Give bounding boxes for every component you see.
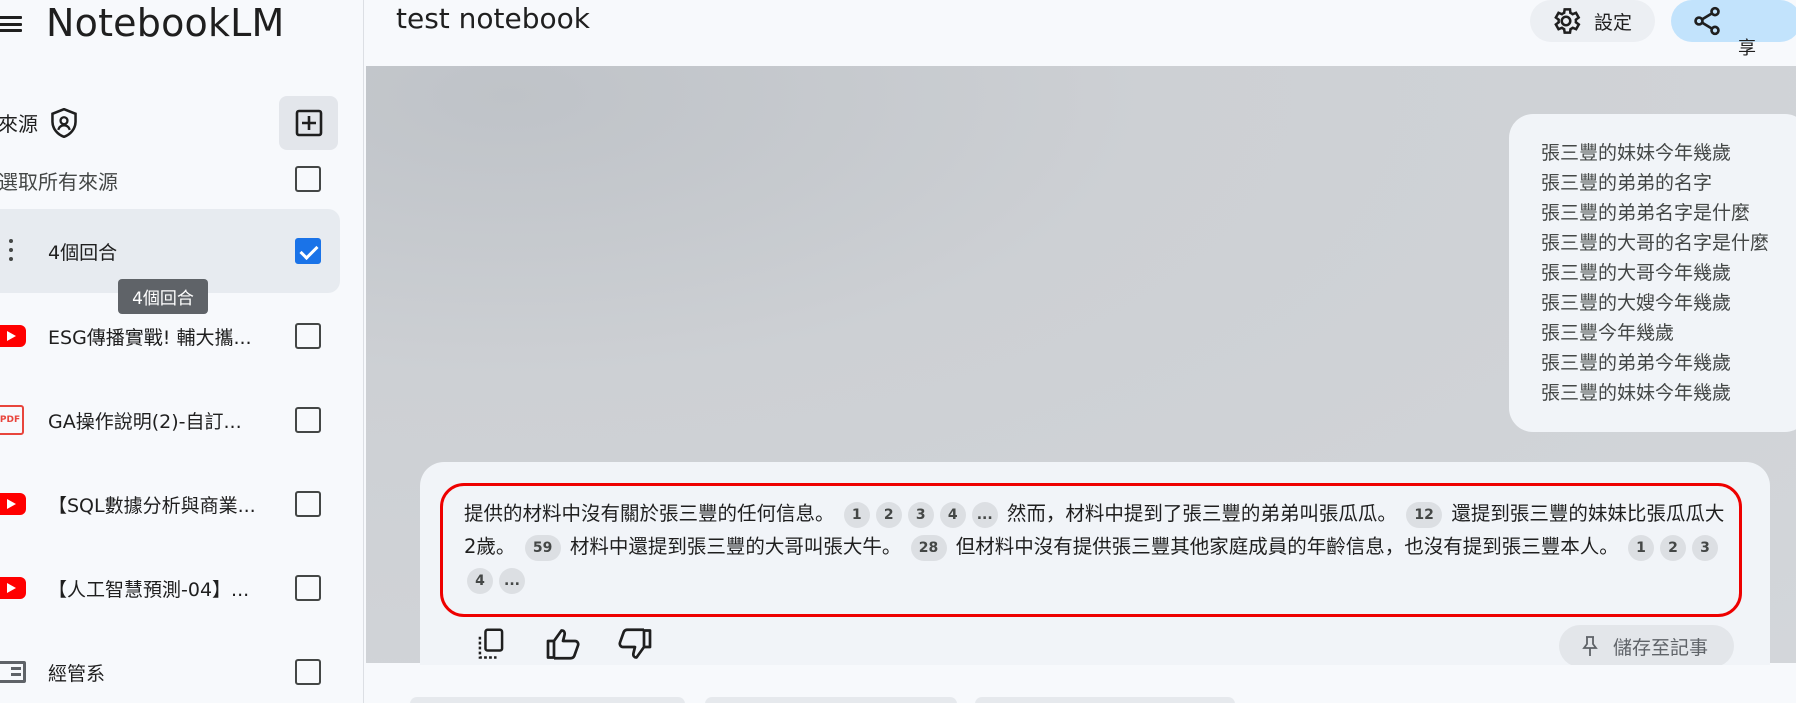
source-label: 【人工智慧預測-04】...	[48, 579, 250, 601]
source-checkbox[interactable]	[295, 407, 321, 433]
answer-segment: 提供的材料中沒有關於張三豐的任何信息。	[464, 502, 835, 525]
citation-chip[interactable]: 1	[843, 502, 870, 528]
settings-label: 設定	[1594, 11, 1633, 34]
source-label: 經管系	[48, 663, 106, 685]
add-source-button[interactable]	[279, 96, 338, 150]
citation-more-chip[interactable]: ...	[499, 568, 525, 594]
thumbs-down-icon[interactable]	[617, 627, 653, 665]
source-item-pdf[interactable]: PDF GA操作說明(2)-自訂...	[0, 378, 340, 462]
answer-segment: 材料中還提到張三豐的大哥叫張大牛。	[569, 535, 902, 558]
citation-chip[interactable]: 1	[1627, 535, 1654, 561]
source-checkbox[interactable]	[295, 575, 321, 601]
hamburger-menu-icon[interactable]	[0, 12, 24, 36]
share-button[interactable]	[1671, 0, 1796, 42]
share-icon	[1694, 6, 1720, 36]
select-all-label: 選取所有來源	[0, 170, 118, 194]
pdf-icon: PDF	[0, 405, 24, 435]
user-message-bubble: 張三豐的妹妹今年幾歲 張三豐的弟弟的名字 張三豐的弟弟名字是什麼 張三豐的大哥的…	[1509, 114, 1796, 432]
save-to-note-label: 儲存至記事	[1613, 636, 1709, 659]
citation-chip[interactable]: 4	[939, 502, 966, 528]
share-label: 享	[1738, 38, 1756, 59]
save-to-note-button[interactable]: 儲存至記事	[1559, 625, 1734, 667]
sources-label: 來源	[0, 112, 38, 136]
source-label: 【SQL數據分析與商業...	[48, 495, 256, 517]
source-item-youtube[interactable]: ESG傳播實戰! 輔大攜...	[0, 294, 340, 378]
citation-chip[interactable]: 2	[1659, 535, 1686, 561]
citation-more-chip[interactable]: ...	[971, 502, 998, 528]
youtube-icon	[0, 325, 26, 347]
thumbs-up-icon[interactable]	[545, 627, 581, 665]
add-box-icon	[295, 109, 322, 137]
sidebar: NotebookLM 來源 選取所有來源 4個回合 4個回合 ESG傳播實戰! …	[0, 0, 364, 703]
user-query-line: 張三豐的弟弟的名字	[1541, 172, 1713, 194]
citation-chip[interactable]: 12	[1406, 502, 1443, 528]
source-item-youtube[interactable]: 【人工智慧預測-04】...	[0, 546, 340, 630]
citation-chip[interactable]: 2	[875, 502, 902, 528]
citation-chip[interactable]: 28	[910, 535, 947, 561]
pin-icon	[1582, 636, 1598, 656]
suggestion-chip[interactable]	[705, 697, 957, 703]
app-title: NotebookLM	[46, 1, 285, 45]
citation-chip[interactable]: 59	[524, 535, 561, 561]
user-query-line: 張三豐的妹妹今年幾歲	[1541, 142, 1732, 164]
youtube-icon	[0, 493, 26, 515]
source-checkbox[interactable]	[295, 659, 321, 685]
more-vert-icon[interactable]	[9, 239, 13, 261]
document-icon	[0, 661, 26, 683]
citation-chip[interactable]: 3	[1691, 535, 1718, 561]
source-checkbox[interactable]	[295, 323, 321, 349]
answer-segment: 然而，材料中提到了張三豐的弟弟叫張瓜瓜。	[1006, 502, 1397, 525]
shield-icon[interactable]	[50, 107, 78, 142]
source-item-doc[interactable]: 經管系	[0, 630, 340, 703]
suggestion-chip[interactable]	[410, 697, 685, 703]
citation-chip[interactable]: 4	[467, 568, 493, 594]
header: test notebook 設定	[365, 0, 1796, 66]
source-checkbox[interactable]	[295, 491, 321, 517]
source-item-youtube[interactable]: 【SQL數據分析與商業...	[0, 462, 340, 546]
suggestion-chip[interactable]	[975, 697, 1235, 703]
user-query-line: 張三豐的大哥今年幾歲	[1541, 262, 1732, 284]
notebook-title[interactable]: test notebook	[396, 2, 590, 35]
user-query-line: 張三豐的大嫂今年幾歲	[1541, 292, 1732, 314]
youtube-icon	[0, 577, 26, 599]
answer-text: 提供的材料中沒有關於張三豐的任何信息。 1 2 3 4... 然而，材料中提到了張三豐…	[464, 497, 1726, 596]
citation-chip[interactable]: 3	[907, 502, 934, 528]
source-label: ESG傳播實戰! 輔大攜...	[48, 327, 252, 349]
user-query-line: 張三豐的妹妹今年幾歲	[1541, 382, 1732, 404]
source-checkbox[interactable]	[295, 238, 321, 264]
settings-button[interactable]: 設定	[1530, 0, 1655, 42]
user-query-line: 張三豐的弟弟名字是什麼	[1541, 202, 1751, 224]
answer-segment: 但材料中沒有提供張三豐其他家庭成員的年齡信息，也沒有提到張三豐本人。	[955, 535, 1619, 558]
source-label: 4個回合	[48, 242, 118, 264]
user-query-line: 張三豐今年幾歲	[1541, 322, 1675, 344]
source-label: GA操作說明(2)-自訂...	[48, 411, 242, 433]
gear-icon	[1554, 8, 1581, 34]
copy-icon[interactable]	[474, 627, 508, 667]
user-query-line: 張三豐的大哥的名字是什麼	[1541, 232, 1770, 254]
user-query-line: 張三豐的弟弟今年幾歲	[1541, 352, 1732, 374]
select-all-checkbox[interactable]	[295, 166, 321, 192]
